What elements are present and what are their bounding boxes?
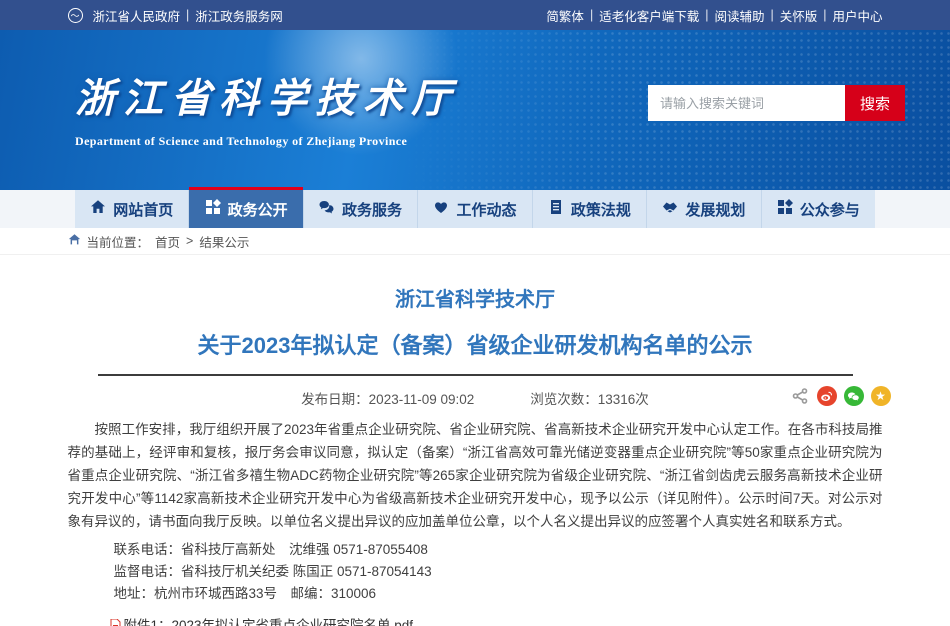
attachment-link-1[interactable]: 附件1：2023年拟认定省重点企业研究院名单.pdf xyxy=(110,615,883,626)
nav-item-label: 公众参与 xyxy=(800,199,860,220)
breadcrumb-current: 结果公示 xyxy=(199,232,249,251)
contact-info: 联系电话：省科技厅高新处 沈维强 0571-87055408 监督电话：省科技厅… xyxy=(114,539,883,605)
nav-item-work-updates[interactable]: 工作动态 xyxy=(418,190,532,228)
view-count: 浏览次数：13316次 xyxy=(530,388,649,408)
breadcrumb-prefix: 当前位置： xyxy=(87,232,150,251)
search-button[interactable]: 搜索 xyxy=(845,85,905,121)
nav-item-policies[interactable]: 政策法规 xyxy=(533,190,647,228)
handshake-icon xyxy=(662,199,678,219)
separator: | xyxy=(590,8,593,22)
article-title-main: 关于2023年拟认定（备案）省级企业研发机构名单的公示 xyxy=(68,328,883,360)
blocks-icon xyxy=(205,199,221,219)
article-title-org: 浙江省科学技术厅 xyxy=(68,283,883,312)
title-divider xyxy=(98,374,853,376)
nav-item-home[interactable]: 网站首页 xyxy=(75,190,189,228)
nav-item-label: 政务公开 xyxy=(228,199,288,220)
site-title: 浙江省科学技术厅 xyxy=(75,66,459,124)
attachment-list: 附件1：2023年拟认定省重点企业研究院名单.pdf 附件2：2023年拟认定省… xyxy=(110,615,883,626)
supervision-phone: 监督电话：省科技厅机关纪委 陈国正 0571-87054143 xyxy=(114,561,883,583)
pdf-icon xyxy=(110,619,121,626)
chat-bubbles-icon xyxy=(319,199,335,219)
separator: | xyxy=(186,8,189,22)
search-box: 搜索 xyxy=(648,85,905,121)
link-gov-service-net[interactable]: 浙江政务服务网 xyxy=(195,6,283,25)
nav-item-gov-disclosure[interactable]: 政务公开 xyxy=(189,190,303,228)
weibo-icon[interactable] xyxy=(817,386,837,406)
nav-item-label: 工作动态 xyxy=(456,199,516,220)
main-nav-row: 网站首页 政务公开 政务服务 工作动态 政策法规 发展规划 公众参与 xyxy=(0,190,950,228)
breadcrumb-row: 当前位置： 首页 > 结果公示 xyxy=(0,228,950,255)
share-nodes-icon[interactable] xyxy=(790,386,810,406)
link-reading-assist[interactable]: 阅读辅助 xyxy=(714,6,764,25)
address-line: 地址：杭州市环城西路33号 邮编：310006 xyxy=(114,583,883,605)
contact-phone: 联系电话：省科技厅高新处 沈维强 0571-87055408 xyxy=(114,539,883,561)
qzone-icon[interactable]: ★ xyxy=(871,386,891,406)
nav-item-gov-services[interactable]: 政务服务 xyxy=(304,190,418,228)
home-icon xyxy=(90,199,106,219)
breadcrumb: 当前位置： 首页 > 结果公示 xyxy=(68,228,883,254)
gov-emblem-icon: 〜 xyxy=(68,8,83,23)
link-user-center[interactable]: 用户中心 xyxy=(832,6,882,25)
nav-item-public-participation[interactable]: 公众参与 xyxy=(762,190,875,228)
wechat-icon[interactable] xyxy=(844,386,864,406)
separator: | xyxy=(823,8,826,22)
home-outline-icon xyxy=(68,233,81,249)
separator: | xyxy=(770,8,773,22)
breadcrumb-separator: > xyxy=(186,234,193,248)
share-bar: ★ xyxy=(790,386,891,406)
article-meta: 发布日期：2023-11-09 09:02 浏览次数：13316次 ★ xyxy=(68,386,883,410)
blocks-icon xyxy=(777,199,793,219)
separator: | xyxy=(705,8,708,22)
link-simplified-traditional[interactable]: 简繁体 xyxy=(546,6,584,25)
nav-item-label: 政策法规 xyxy=(571,199,631,220)
link-elderly-client-download[interactable]: 适老化客户端下载 xyxy=(599,6,699,25)
article: 浙江省科学技术厅 关于2023年拟认定（备案）省级企业研发机构名单的公示 发布日… xyxy=(68,283,883,626)
top-utility-bar: 〜 浙江省人民政府 | 浙江政务服务网 简繁体 | 适老化客户端下载 | 阅读辅… xyxy=(0,0,950,30)
publish-date: 发布日期：2023-11-09 09:02 xyxy=(301,388,474,408)
nav-item-label: 网站首页 xyxy=(113,199,173,220)
nav-item-label: 政务服务 xyxy=(342,199,402,220)
nav-item-label: 发展规划 xyxy=(685,199,745,220)
link-care-version[interactable]: 关怀版 xyxy=(780,6,818,25)
breadcrumb-home-link[interactable]: 首页 xyxy=(155,232,180,251)
nav-item-development-plans[interactable]: 发展规划 xyxy=(647,190,761,228)
link-provincial-gov[interactable]: 浙江省人民政府 xyxy=(93,6,181,25)
article-paragraph: 按照工作安排，我厅组织开展了2023年省重点企业研究院、省企业研究院、省高新技术… xyxy=(68,418,883,533)
main-nav: 网站首页 政务公开 政务服务 工作动态 政策法规 发展规划 公众参与 xyxy=(75,190,875,228)
document-icon xyxy=(548,199,564,219)
site-title-english: Department of Science and Technology of … xyxy=(75,134,459,149)
site-logo[interactable]: 浙江省科学技术厅 Department of Science and Techn… xyxy=(75,66,459,149)
heart-icon xyxy=(433,199,449,219)
search-input[interactable] xyxy=(648,85,845,121)
site-banner: 浙江省科学技术厅 Department of Science and Techn… xyxy=(0,30,950,190)
